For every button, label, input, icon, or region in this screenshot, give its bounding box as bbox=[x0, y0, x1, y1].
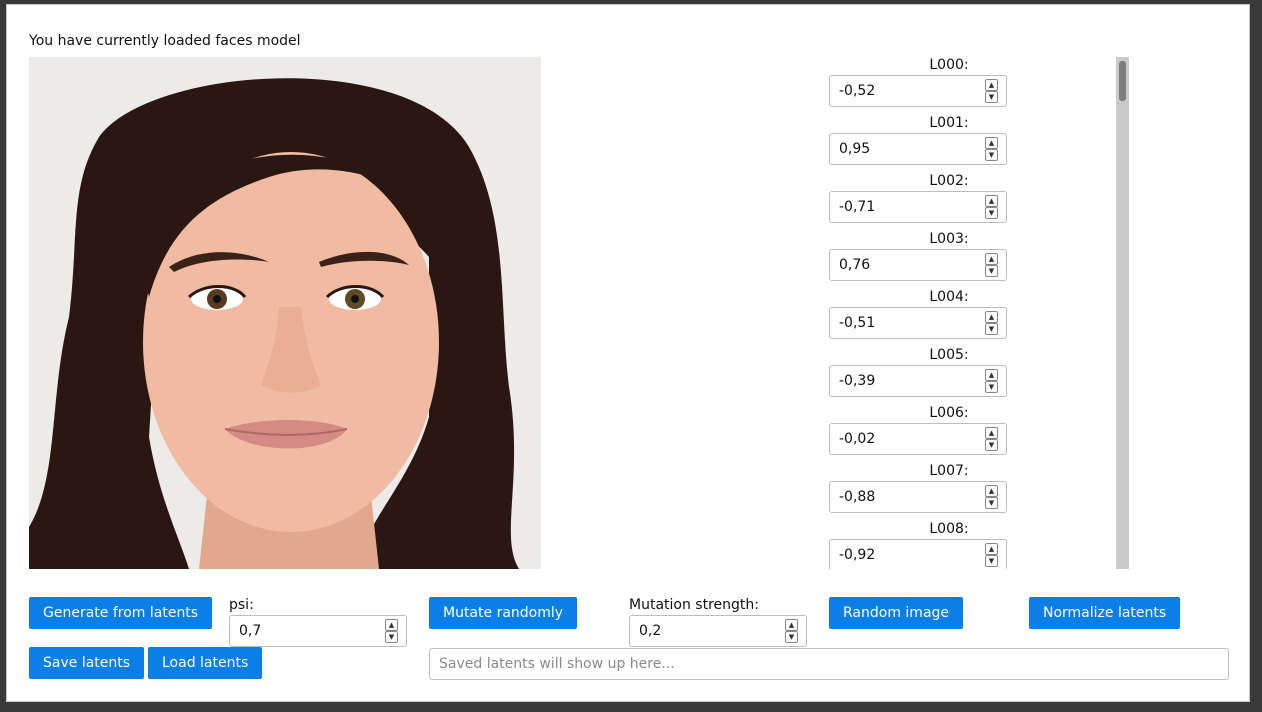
chevron-down-icon[interactable]: ▼ bbox=[985, 439, 998, 451]
latent-row: L005: -0,39 ▲ ▼ bbox=[829, 347, 1007, 397]
mutation-strength-label: Mutation strength: bbox=[629, 597, 759, 613]
latent-row: L000: -0,52 ▲ ▼ bbox=[829, 57, 1007, 107]
latent-input[interactable]: -0,52 ▲ ▼ bbox=[829, 75, 1007, 107]
latent-value: -0,51 bbox=[839, 315, 876, 331]
latent-input[interactable]: -0,39 ▲ ▼ bbox=[829, 365, 1007, 397]
chevron-down-icon[interactable]: ▼ bbox=[985, 381, 998, 393]
save-latents-button[interactable]: Save latents bbox=[29, 647, 145, 679]
latent-input[interactable]: -0,92 ▲ ▼ bbox=[829, 539, 1007, 569]
latent-value: 0,76 bbox=[839, 257, 871, 273]
latent-label: L005: bbox=[929, 347, 969, 363]
latent-value: -0,39 bbox=[839, 373, 876, 389]
latent-row: L007: -0,88 ▲ ▼ bbox=[829, 463, 1007, 513]
latent-value: -0,92 bbox=[839, 547, 876, 563]
chevron-up-icon[interactable]: ▲ bbox=[985, 253, 998, 265]
latent-value: -0,52 bbox=[839, 83, 876, 99]
page-title: You have currently loaded faces model bbox=[29, 33, 301, 49]
latent-label: L004: bbox=[929, 289, 969, 305]
latent-value: -0,88 bbox=[839, 489, 876, 505]
latent-label: L002: bbox=[929, 173, 969, 189]
chevron-up-icon[interactable]: ▲ bbox=[985, 369, 998, 381]
latent-input[interactable]: -0,02 ▲ ▼ bbox=[829, 423, 1007, 455]
chevron-up-icon[interactable]: ▲ bbox=[785, 619, 798, 631]
chevron-down-icon[interactable]: ▼ bbox=[985, 207, 998, 219]
spinner[interactable]: ▲ ▼ bbox=[985, 195, 998, 219]
chevron-up-icon[interactable]: ▲ bbox=[985, 137, 998, 149]
chevron-up-icon[interactable]: ▲ bbox=[985, 195, 998, 207]
chevron-down-icon[interactable]: ▼ bbox=[985, 265, 998, 277]
spinner[interactable]: ▲ ▼ bbox=[985, 369, 998, 393]
latent-value: -0,02 bbox=[839, 431, 876, 447]
latent-value: 0,95 bbox=[839, 141, 871, 157]
load-latents-button[interactable]: Load latents bbox=[148, 647, 263, 679]
latent-input[interactable]: -0,88 ▲ ▼ bbox=[829, 481, 1007, 513]
generated-face-image bbox=[29, 57, 541, 569]
latent-input[interactable]: 0,95 ▲ ▼ bbox=[829, 133, 1007, 165]
chevron-up-icon[interactable]: ▲ bbox=[985, 543, 998, 555]
latent-label: L007: bbox=[929, 463, 969, 479]
saved-latents-field[interactable]: Saved latents will show up here... bbox=[429, 648, 1229, 680]
chevron-down-icon[interactable]: ▼ bbox=[385, 631, 398, 643]
chevron-down-icon[interactable]: ▼ bbox=[985, 323, 998, 335]
chevron-up-icon[interactable]: ▲ bbox=[985, 79, 998, 91]
spinner[interactable]: ▲ ▼ bbox=[985, 485, 998, 509]
latent-label: L006: bbox=[929, 405, 969, 421]
latent-row: L004: -0,51 ▲ ▼ bbox=[829, 289, 1007, 339]
psi-label: psi: bbox=[229, 597, 254, 613]
latent-label: L001: bbox=[929, 115, 969, 131]
spinner[interactable]: ▲ ▼ bbox=[985, 137, 998, 161]
latents-scrollbar[interactable] bbox=[1116, 57, 1129, 569]
normalize-button[interactable]: Normalize latents bbox=[1029, 597, 1181, 629]
spinner[interactable]: ▲ ▼ bbox=[985, 427, 998, 451]
mutation-strength-input[interactable]: 0,2 ▲ ▼ bbox=[629, 615, 807, 647]
latent-row: L006: -0,02 ▲ ▼ bbox=[829, 405, 1007, 455]
latent-row: L003: 0,76 ▲ ▼ bbox=[829, 231, 1007, 281]
latent-label: L008: bbox=[929, 521, 969, 537]
scrollbar-thumb[interactable] bbox=[1119, 61, 1126, 101]
chevron-up-icon[interactable]: ▲ bbox=[985, 427, 998, 439]
spinner[interactable]: ▲ ▼ bbox=[985, 311, 998, 335]
spinner[interactable]: ▲ ▼ bbox=[985, 253, 998, 277]
psi-value: 0,7 bbox=[239, 623, 262, 639]
latent-input[interactable]: -0,51 ▲ ▼ bbox=[829, 307, 1007, 339]
latent-value: -0,71 bbox=[839, 199, 876, 215]
latent-input[interactable]: -0,71 ▲ ▼ bbox=[829, 191, 1007, 223]
latent-row: L001: 0,95 ▲ ▼ bbox=[829, 115, 1007, 165]
spinner[interactable]: ▲ ▼ bbox=[385, 619, 398, 643]
latent-label: L003: bbox=[929, 231, 969, 247]
psi-input[interactable]: 0,7 ▲ ▼ bbox=[229, 615, 407, 647]
chevron-down-icon[interactable]: ▼ bbox=[985, 497, 998, 509]
mutation-strength-value: 0,2 bbox=[639, 623, 662, 639]
latent-input[interactable]: 0,76 ▲ ▼ bbox=[829, 249, 1007, 281]
chevron-up-icon[interactable]: ▲ bbox=[985, 485, 998, 497]
spinner[interactable]: ▲ ▼ bbox=[785, 619, 798, 643]
generate-button[interactable]: Generate from latents bbox=[29, 597, 213, 629]
random-image-button[interactable]: Random image bbox=[829, 597, 964, 629]
chevron-up-icon[interactable]: ▲ bbox=[985, 311, 998, 323]
latent-label: L000: bbox=[929, 57, 969, 73]
chevron-down-icon[interactable]: ▼ bbox=[985, 149, 998, 161]
chevron-up-icon[interactable]: ▲ bbox=[385, 619, 398, 631]
mutate-button[interactable]: Mutate randomly bbox=[429, 597, 578, 629]
latent-row: L008: -0,92 ▲ ▼ bbox=[829, 521, 1007, 569]
latent-row: L002: -0,71 ▲ ▼ bbox=[829, 173, 1007, 223]
latents-list: L000: -0,52 ▲ ▼ L001: 0,95 ▲ ▼ L002: -0,71… bbox=[819, 57, 1129, 569]
spinner[interactable]: ▲ ▼ bbox=[985, 543, 998, 567]
chevron-down-icon[interactable]: ▼ bbox=[985, 555, 998, 567]
chevron-down-icon[interactable]: ▼ bbox=[785, 631, 798, 643]
chevron-down-icon[interactable]: ▼ bbox=[985, 91, 998, 103]
spinner[interactable]: ▲ ▼ bbox=[985, 79, 998, 103]
main-panel: You have currently loaded faces model L0… bbox=[6, 4, 1250, 702]
